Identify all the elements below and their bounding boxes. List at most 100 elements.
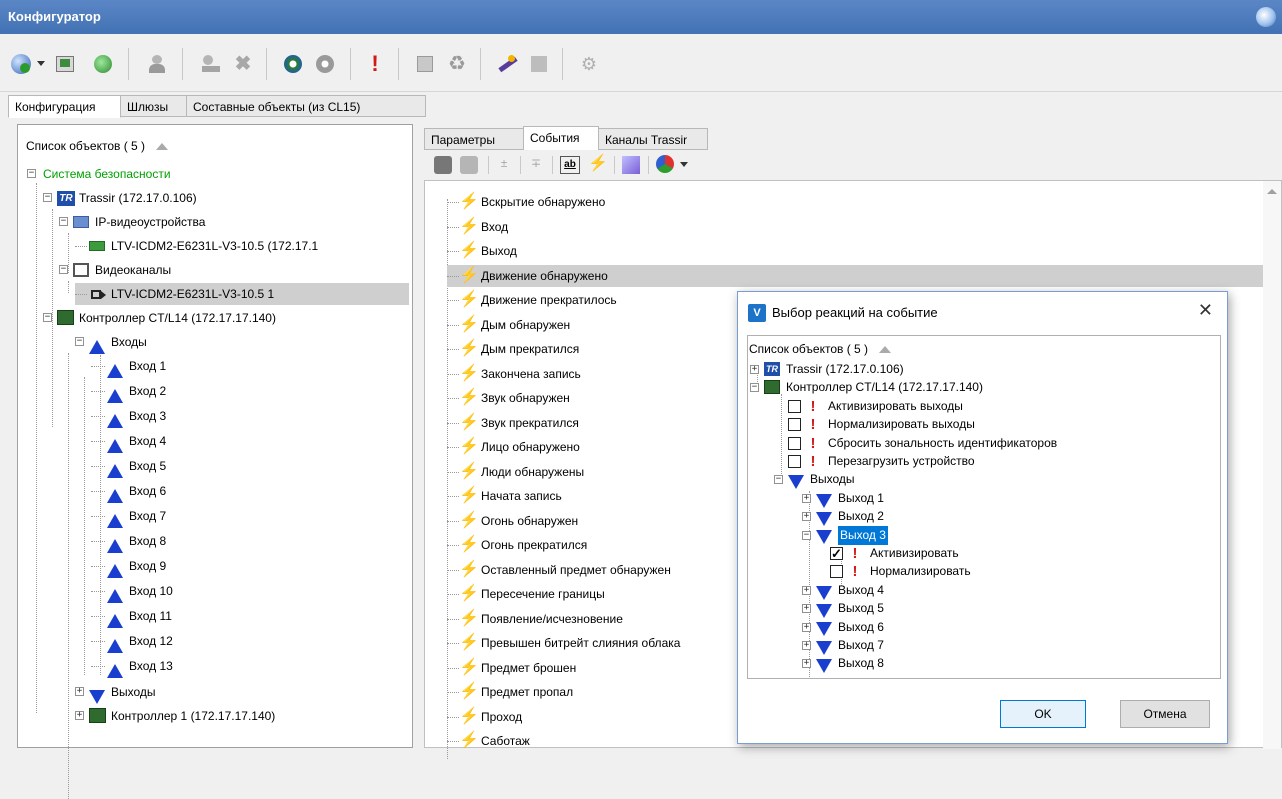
add-event-icon[interactable]: [434, 156, 452, 174]
move-down-icon[interactable]: ∓: [528, 156, 544, 174]
trassir-icon: TR: [764, 362, 780, 376]
object-tree-panel: Список объектов ( 5 ) − Система безопасн…: [17, 124, 413, 799]
expand-icon[interactable]: +: [802, 585, 811, 595]
input-icon: [89, 339, 105, 354]
input-icon: [107, 663, 123, 678]
color-icon[interactable]: [656, 155, 674, 173]
script-icon[interactable]: [622, 156, 640, 174]
alarm-icon[interactable]: !: [364, 53, 386, 75]
sort-up-icon[interactable]: [879, 346, 892, 354]
expand-icon[interactable]: +: [75, 711, 84, 720]
event-label: Огонь прекратился: [481, 538, 588, 552]
reaction-alarm-icon: !: [810, 397, 816, 415]
tree-label: Видеоканалы: [95, 263, 172, 277]
tab-parameters[interactable]: Параметры: [424, 128, 524, 150]
grid-icon[interactable]: [528, 53, 550, 75]
reaction-checkbox[interactable]: [788, 418, 801, 432]
expand-icon[interactable]: +: [802, 604, 811, 614]
refresh-icon[interactable]: [92, 53, 114, 75]
output-icon: [816, 659, 832, 674]
tree-label: Входы: [111, 335, 147, 349]
event-item-selected[interactable]: ⚡ Движение обнаружено: [447, 264, 1267, 287]
dialog-tree-label: Контроллер CT/L14 (172.17.17.140): [786, 380, 983, 395]
tab-gateways[interactable]: Шлюзы: [120, 95, 187, 117]
expand-icon[interactable]: +: [802, 641, 811, 650]
tab-composite-objects[interactable]: Составные объекты (из CL15): [186, 95, 426, 117]
collapse-icon[interactable]: −: [27, 169, 36, 178]
events-scrollbar[interactable]: [1263, 181, 1281, 749]
recycle-icon[interactable]: ♻: [446, 53, 468, 75]
tree-label: LTV-ICDM2-E6231L-V3-10.5 (172.17.1: [111, 239, 319, 253]
network-icon[interactable]: ⚙: [578, 53, 600, 75]
collapse-icon[interactable]: −: [750, 383, 759, 393]
add-object-icon[interactable]: [10, 53, 32, 75]
dialog-list-header[interactable]: Список объектов ( 5 ): [749, 342, 892, 356]
collapse-icon[interactable]: −: [802, 530, 811, 540]
tab-events[interactable]: События: [523, 126, 599, 151]
input-icon: [107, 488, 123, 503]
settings-disabled-icon[interactable]: [314, 53, 336, 75]
input-icon: [107, 438, 123, 453]
collapse-icon[interactable]: −: [59, 217, 68, 226]
tree-node-video-channel-1[interactable]: LTV-ICDM2-E6231L-V3-10.5 1: [75, 283, 409, 305]
configurator-globe-icon[interactable]: [1256, 7, 1276, 27]
scroll-up-icon[interactable]: [1267, 189, 1277, 194]
dialog-tree-label: Нормализировать: [870, 564, 971, 579]
wand-icon[interactable]: [496, 53, 518, 75]
collapse-icon[interactable]: −: [43, 313, 52, 322]
collapse-icon[interactable]: −: [43, 193, 52, 202]
dialog-list-title: Список объектов ( 5 ): [749, 342, 869, 356]
input-icon: [107, 463, 123, 478]
dialog-tree-panel: Список объектов ( 5 ) + TR Trassir (172.17…: [747, 335, 1221, 679]
edit-icon[interactable]: [200, 53, 222, 75]
chevron-down-icon[interactable]: [36, 53, 48, 75]
expand-icon[interactable]: +: [802, 512, 811, 522]
event-bolt-icon: ⚡: [459, 217, 479, 235]
collapse-icon[interactable]: −: [59, 265, 68, 274]
event-bolt-icon: ⚡: [459, 438, 479, 455]
user-event-icon[interactable]: [460, 156, 478, 174]
reaction-checkbox[interactable]: [788, 455, 801, 468]
settings-icon[interactable]: [282, 53, 304, 75]
tree-label: Вход 3: [129, 409, 167, 423]
event-bolt-icon: ⚡: [459, 511, 479, 529]
tab-trassir-channels[interactable]: Каналы Trassir: [598, 128, 708, 150]
dialog-tree-label: Выход 3: [838, 525, 888, 545]
chevron-down-icon[interactable]: [680, 162, 688, 167]
event-label: Выход: [481, 244, 517, 258]
import-icon[interactable]: [54, 53, 76, 75]
close-icon[interactable]: ✕: [1198, 300, 1213, 321]
event-bolt-icon: ⚡: [459, 487, 479, 504]
event-bolt-icon: ⚡: [459, 291, 479, 308]
collapse-icon[interactable]: −: [75, 337, 84, 346]
expand-icon[interactable]: +: [75, 687, 84, 696]
expand-icon[interactable]: +: [802, 659, 811, 669]
expand-icon[interactable]: +: [802, 622, 811, 632]
reaction-checkbox[interactable]: [788, 436, 801, 450]
output-icon: [816, 604, 832, 619]
input-icon: [107, 588, 123, 603]
export-icon[interactable]: [414, 53, 436, 75]
reaction-checkbox[interactable]: [830, 565, 843, 579]
event-bolt-icon: ⚡: [459, 364, 479, 382]
tab-configuration[interactable]: Конфигурация: [8, 95, 121, 118]
user-icon[interactable]: [146, 53, 168, 75]
expand-icon[interactable]: +: [802, 493, 811, 503]
ok-button[interactable]: OK: [1000, 700, 1086, 728]
delete-icon[interactable]: ✖: [232, 53, 254, 75]
reaction-icon[interactable]: ⚡: [588, 153, 608, 173]
tree-label: Вход 6: [129, 484, 167, 498]
move-up-icon[interactable]: ±: [496, 156, 512, 174]
reaction-alarm-icon: !: [810, 453, 816, 470]
collapse-icon[interactable]: −: [774, 475, 783, 485]
cancel-button[interactable]: Отмена: [1120, 700, 1210, 728]
dialog-title: Выбор реакций на событие: [772, 305, 938, 320]
toolbar-separator: [350, 48, 351, 80]
rename-icon[interactable]: ab: [560, 156, 580, 174]
video-channel-icon: [91, 290, 101, 299]
tree-label: Вход 5: [129, 459, 167, 473]
reaction-checkbox[interactable]: [830, 544, 843, 563]
event-bolt-icon: ⚡: [459, 707, 479, 725]
reaction-checkbox[interactable]: [788, 399, 801, 413]
expand-icon[interactable]: +: [750, 365, 759, 374]
